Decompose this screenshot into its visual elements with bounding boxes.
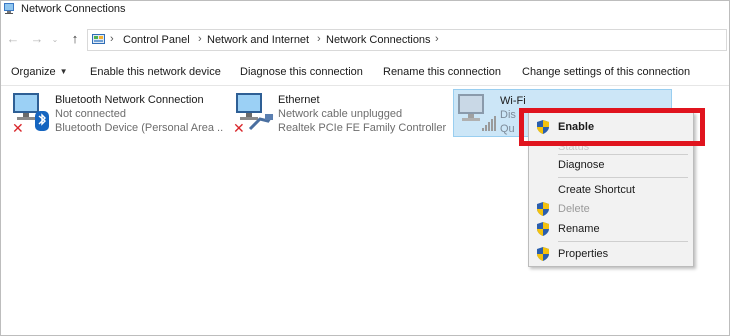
connection-bluetooth[interactable]: ✕ Bluetooth Network Connection Not conne…: [9, 89, 224, 137]
uac-shield-icon: [537, 247, 549, 261]
back-arrow-icon[interactable]: ←: [5, 31, 21, 46]
organize-label: Organize: [11, 66, 56, 78]
breadcrumb-network-connections[interactable]: Network Connections: [326, 34, 431, 46]
menu-item-label: Delete: [558, 203, 590, 215]
connection-name: Ethernet: [278, 94, 320, 106]
menu-separator: [558, 241, 688, 242]
breadcrumb-separator-icon: ›: [435, 33, 439, 45]
up-arrow-icon[interactable]: ↑: [67, 31, 83, 46]
window: Network Connections ← → ⌄ ↑ › Control Pa…: [0, 0, 730, 336]
breadcrumb-separator-icon: ›: [317, 33, 321, 45]
recent-locations-chevron-icon[interactable]: ⌄: [47, 35, 63, 44]
rename-connection-button[interactable]: Rename this connection: [383, 66, 501, 78]
menu-item-diagnose[interactable]: Diagnose: [529, 155, 693, 175]
connection-status: Not connected: [55, 108, 126, 120]
menu-item-label: Rename: [558, 223, 600, 235]
window-title: Network Connections: [21, 3, 126, 15]
enable-highlight-box: [519, 108, 705, 146]
menu-item-delete[interactable]: Delete: [529, 199, 693, 219]
menu-item-rename[interactable]: Rename: [529, 219, 693, 239]
connection-device: Qu: [500, 123, 515, 135]
forward-arrow-icon[interactable]: →: [29, 31, 45, 46]
menu-separator: [558, 177, 688, 178]
address-bar[interactable]: › Control Panel › Network and Internet ›…: [87, 29, 727, 51]
enable-device-button[interactable]: Enable this network device: [90, 66, 221, 78]
command-bar: Organize ▼ Enable this network device Dia…: [1, 60, 729, 86]
connection-status: Dis: [500, 109, 516, 121]
svg-text:✕: ✕: [12, 121, 24, 133]
breadcrumb-separator-icon: ›: [198, 33, 202, 45]
diagnose-connection-button[interactable]: Diagnose this connection: [240, 66, 363, 78]
title-bar: Network Connections: [1, 1, 729, 18]
menu-item-label: Create Shortcut: [558, 184, 636, 196]
breadcrumb-network-and-internet[interactable]: Network and Internet: [207, 34, 309, 46]
bluetooth-network-icon: ✕: [12, 93, 49, 133]
connection-ethernet[interactable]: ✕ Ethernet Network cable unplugged Realt…: [232, 89, 447, 137]
address-row: ← → ⌄ ↑ › Control Panel › Network and In…: [1, 27, 729, 53]
connection-status: Network cable unplugged: [278, 108, 403, 120]
breadcrumb-control-panel[interactable]: Control Panel: [123, 34, 190, 46]
control-panel-icon: [92, 34, 105, 44]
dropdown-caret-icon: ▼: [59, 67, 68, 76]
connection-name: Bluetooth Network Connection: [55, 94, 204, 106]
organize-menu[interactable]: Organize ▼: [11, 66, 68, 78]
connection-device: Realtek PCIe FE Family Controller: [278, 122, 447, 134]
breadcrumb-separator-icon: ›: [110, 33, 114, 45]
connection-device: Bluetooth Device (Personal Area ...: [55, 122, 224, 134]
svg-text:✕: ✕: [233, 121, 245, 133]
menu-item-label: Diagnose: [558, 159, 605, 171]
menu-item-label: Properties: [558, 248, 609, 260]
wifi-network-icon: [458, 94, 496, 131]
uac-shield-icon: [537, 202, 549, 216]
network-connections-icon: [4, 3, 14, 14]
connection-name: Wi-Fi: [500, 95, 526, 107]
change-settings-button[interactable]: Change settings of this connection: [522, 66, 690, 78]
menu-item-create-shortcut[interactable]: Create Shortcut: [529, 180, 693, 200]
uac-shield-icon: [537, 222, 549, 236]
menu-item-properties[interactable]: Properties: [529, 244, 693, 264]
ethernet-network-icon: ✕: [233, 93, 274, 133]
